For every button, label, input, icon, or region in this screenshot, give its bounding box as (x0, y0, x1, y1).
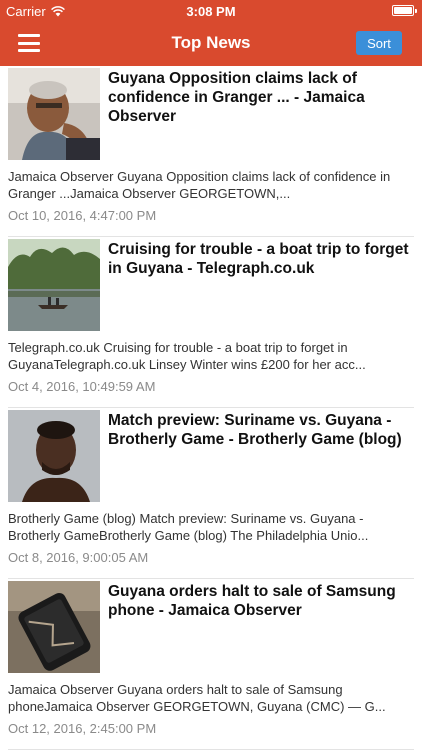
article-item[interactable]: Match preview: Suriname vs. Guyana - Bro… (0, 408, 422, 579)
article-date: Oct 4, 2016, 10:49:59 AM (8, 379, 156, 394)
article-snippet: Brotherly Game (blog) Match preview: Sur… (8, 511, 369, 543)
article-date: Oct 10, 2016, 4:47:00 PM (8, 208, 157, 223)
article-headline[interactable]: Match preview: Suriname vs. Guyana - Bro… (108, 410, 414, 502)
river-boat-thumbnail (8, 239, 100, 331)
article-headline[interactable]: Guyana Opposition claims lack of confide… (108, 68, 414, 160)
article-date: Oct 12, 2016, 2:45:00 PM (8, 721, 157, 736)
player-portrait-thumbnail (8, 410, 100, 502)
burnt-phone-thumbnail (8, 581, 100, 673)
man-portrait-thumbnail (8, 68, 100, 160)
article-header: Cruising for trouble - a boat trip to fo… (8, 237, 414, 331)
navigation-bar: Top News Sort (0, 22, 422, 66)
article-header: Guyana orders halt to sale of Samsung ph… (8, 579, 414, 673)
status-time: 3:08 PM (186, 4, 236, 19)
sort-button[interactable]: Sort (356, 31, 402, 55)
battery-level (394, 7, 412, 14)
article-item[interactable]: Guyana orders halt to sale of Samsung ph… (0, 579, 422, 750)
article-snippet: Jamaica Observer Guyana orders halt to s… (8, 682, 386, 714)
article-date: Oct 8, 2016, 9:00:05 AM (8, 550, 149, 565)
article-header: Guyana Opposition claims lack of confide… (8, 66, 414, 160)
article-headline[interactable]: Cruising for trouble - a boat trip to fo… (108, 239, 414, 331)
status-bar: Carrier 3:08 PM (0, 0, 422, 22)
article-snippet: Jamaica Observer Guyana Opposition claim… (8, 169, 391, 201)
article-headline[interactable]: Guyana orders halt to sale of Samsung ph… (108, 581, 414, 673)
article-header: Match preview: Suriname vs. Guyana - Bro… (8, 408, 414, 502)
article-snippet: Telegraph.co.uk Cruising for trouble - a… (8, 340, 366, 372)
article-item[interactable]: Cruising for trouble - a boat trip to fo… (0, 237, 422, 408)
news-feed[interactable]: Guyana Opposition claims lack of confide… (0, 66, 422, 750)
battery-icon (392, 5, 417, 16)
article-item[interactable]: Guyana Opposition claims lack of confide… (0, 66, 422, 237)
